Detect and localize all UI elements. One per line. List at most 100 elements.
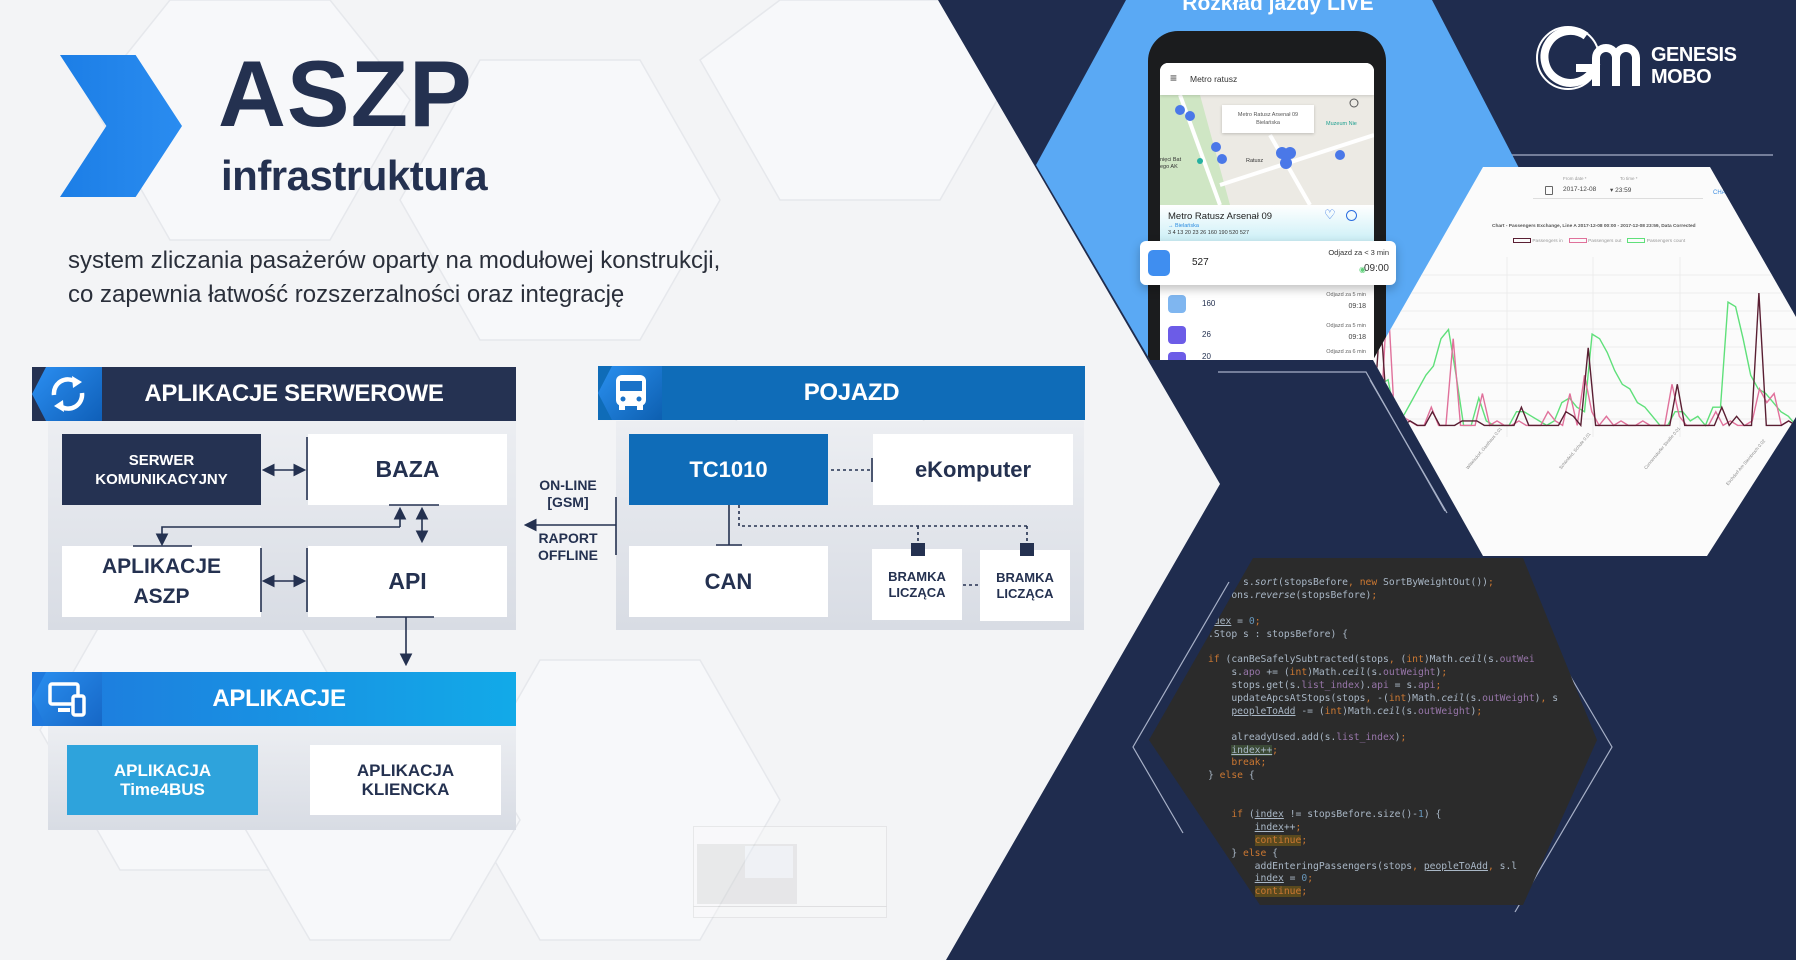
code-token: reverse [1254,589,1296,601]
code-token: index [1254,809,1284,821]
code-token: int [1388,693,1407,705]
code-line: alreadyUsed.add(s.list_index); [1208,732,1558,745]
tc1010-box: TC1010 [629,434,828,505]
code-line: index++; [1208,822,1558,835]
code-token: , [1348,577,1360,588]
map-label: Ratusz [1246,158,1264,164]
apps-panel-header: APLIKACJE [32,672,516,726]
circle-icon[interactable] [1346,210,1357,221]
bus-icon [1148,250,1170,276]
code-line: stops.get(s.list_index).api = s.api; [1208,680,1558,693]
tram-icon [1168,352,1186,360]
vehicle-panel-header: POJAZD [598,366,1085,420]
code-token: = s. [1388,680,1418,692]
code-token: stops.get(s. [1208,680,1302,692]
code-token: ). [1359,680,1372,692]
code-token: break; [1231,757,1267,769]
page-description: system zliczania pasażerów oparty na mod… [68,244,720,312]
api-box: API [308,546,507,617]
stop-lines: 3 4 13 20 23 26 160 190 520 527 [1168,230,1250,236]
comm-server-box: SERWER KOMUNIKACYJNY [62,434,261,505]
departure-row[interactable]: 160 Odjazd za 5 min 09:18 [1160,291,1374,321]
map-popup: Metro Ratusz Arsenał 09 Bielańska [1222,105,1314,133]
search-field[interactable]: Metro ratusz [1190,74,1237,84]
code-token: index++ [1231,744,1273,756]
code-snippet: s. sort(stopsBefore, new SortByWeightOut(… [1208,577,1558,899]
code-token: new [1359,577,1384,588]
menu-icon[interactable]: ≡ [1170,71,1177,85]
code-token: ; [1295,821,1302,833]
code-token: ; [1371,589,1378,601]
counting-gate-box: BRAMKA LICZĄCA [872,549,962,620]
code-token: ) { [1423,809,1442,821]
code-token: (s. [1482,654,1500,666]
server-panel-title: APLIKACJE SERWEROWE [144,380,444,407]
code-token: outWeight [1383,667,1436,679]
genesis-mobo-logo [1536,26,1640,90]
client-app-box: APLIKACJA KLIENCKA [310,745,501,815]
code-token: ; [1301,834,1308,846]
code-token: ; [1254,615,1261,627]
code-token: , [1540,693,1553,705]
departure-line: 527 [1192,257,1209,268]
code-token: peopleToAdd [1231,705,1296,717]
code-line: s.sort(stopsBefore, new SortByWeightOut(… [1208,577,1558,590]
departure-info: Odjazd za < 3 min [1328,248,1389,257]
series-line-count [1373,300,1796,427]
code-line: } else { [1208,848,1558,861]
sync-icon [32,367,102,421]
description-line: co zapewnia łatwość rozszerzalności oraz… [68,281,625,308]
favorite-icon[interactable]: ♡ [1324,207,1336,223]
time4bus-app-box: APLIKACJA Time4BUS [67,745,258,815]
departure-card-highlighted[interactable]: 527 Odjazd za < 3 min ◉ 09:00 [1140,241,1396,285]
server-panel-header: APLIKACJE SERWEROWE [32,367,516,421]
can-box: CAN [629,546,828,617]
counting-gate-box: BRAMKA LICZĄCA [980,550,1070,621]
code-line: continue; [1208,834,1558,848]
code-token: alreadyUsed.add(s. [1208,731,1337,743]
map-label: ego AK [1160,164,1178,170]
offline-report-label: RAPORT OFFLINE [538,530,598,563]
code-token: )Math. [1307,667,1343,679]
code-token: ; [1301,886,1308,898]
code-line: index = 0; [1208,873,1558,886]
code-token: continue [1254,834,1302,846]
description-line: system zliczania pasażerów oparty na mod… [68,247,721,274]
map-label: nięci Bat [1160,157,1182,163]
phone-screen: ≡ Metro ratusz Metro Ratusz Arsenał 09 Bi… [1160,63,1374,360]
code-token: ceil [1377,705,1401,717]
page-subtitle: infrastruktura [221,152,488,199]
logo-text: GENESIS MOBO [1651,44,1737,88]
code-token: ; [1307,873,1314,885]
online-gsm-label: ON-LINE [GSM] [539,477,597,510]
code-token: != stopsBefore.size()- [1283,809,1419,821]
code-token: sort [1254,577,1279,588]
code-token: outWeight [1482,693,1535,705]
code-token: ; [1400,731,1407,743]
stop-direction: → Bielańska [1168,223,1199,229]
apps-panel-title: APLIKACJE [212,685,346,712]
code-token: continue [1254,886,1302,898]
app-screenshot-thumbnail [693,818,887,922]
code-line: continue; [1208,886,1558,899]
code-token: ; [1441,667,1448,679]
code-token: int [1324,705,1343,717]
code-token: ceil [1342,667,1366,679]
page-title: ASZP [218,41,473,146]
code-token: apo [1243,667,1261,679]
code-token: addEnteringPassengers(stops [1208,860,1413,872]
map-poi: Muzeum Nie [1326,121,1357,127]
departure-row[interactable]: 20 Odjazd za 6 min [1160,348,1374,360]
bus-icon [1168,295,1186,313]
code-token: (s. [1365,667,1384,679]
code-token: SortByWeightOut()) [1383,577,1489,588]
code-token: s.l [1499,860,1518,872]
database-box: BAZA [308,434,507,505]
